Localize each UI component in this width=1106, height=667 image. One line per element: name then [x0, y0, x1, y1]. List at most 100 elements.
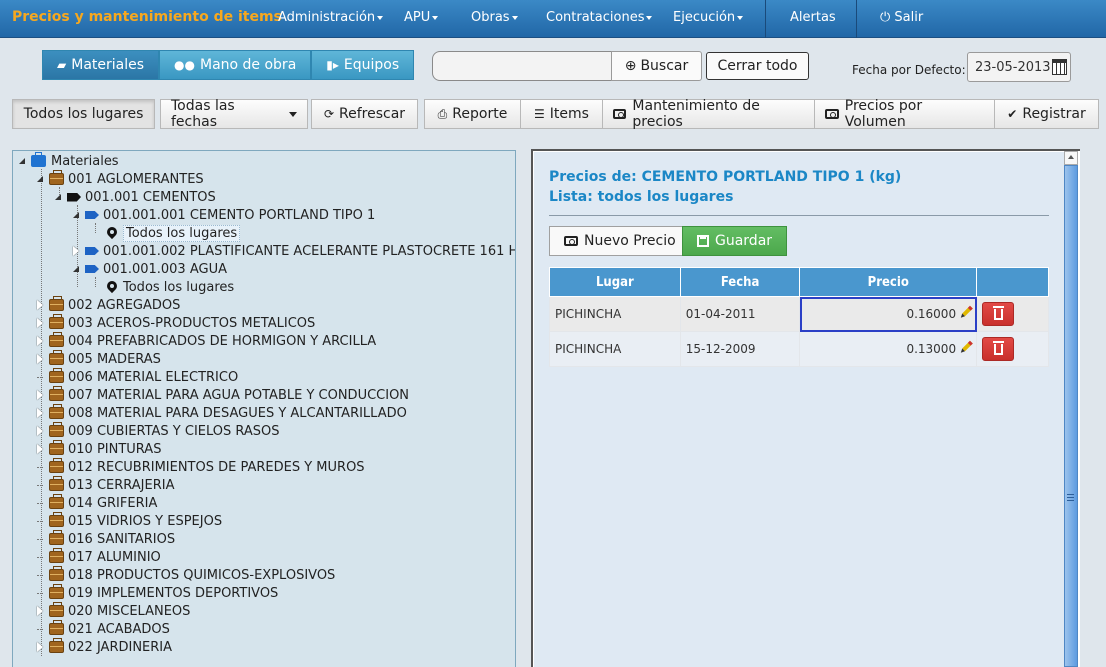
tree-group[interactable]: 002 AGREGADOS — [37, 296, 180, 314]
expand-icon[interactable] — [37, 642, 43, 652]
menu-administracion[interactable]: Administración — [278, 10, 384, 25]
pencil-icon[interactable] — [962, 340, 973, 352]
alerts-link[interactable]: Alertas — [790, 10, 836, 25]
collapse-icon[interactable] — [73, 212, 79, 218]
tree-place-node[interactable]: Todos los lugares — [107, 278, 234, 296]
tree-label: 001.001.001 CEMENTO PORTLAND TIPO 1 — [103, 207, 376, 223]
default-date-label: Fecha por Defecto: — [852, 63, 966, 77]
tree-group[interactable]: 019 IMPLEMENTOS DEPORTIVOS — [37, 584, 278, 602]
expand-icon[interactable] — [37, 444, 43, 454]
tree-group[interactable]: 012 RECUBRIMIENTOS DE PAREDES Y MUROS — [37, 458, 365, 476]
cell-actions — [976, 331, 1049, 367]
search-input[interactable] — [432, 51, 612, 81]
tree-group[interactable]: 006 MATERIAL ELECTRICO — [37, 368, 238, 386]
tree-group-001[interactable]: 001 AGLOMERANTES — [37, 170, 204, 188]
refresh-button[interactable]: ⟳ Refrescar — [311, 99, 418, 129]
tree-group[interactable]: 009 CUBIERTAS Y CIELOS RASOS — [37, 422, 280, 440]
tree-group[interactable]: 003 ACEROS-PRODUCTOS METALICOS — [37, 314, 315, 332]
collapse-icon[interactable] — [19, 158, 25, 164]
tree-group[interactable]: 004 PREFABRICADOS DE HORMIGON Y ARCILLA — [37, 332, 376, 350]
items-button[interactable]: ☰ Items — [520, 99, 603, 129]
tree-place-node[interactable]: Todos los lugares — [107, 224, 241, 242]
tree-group[interactable]: 018 PRODUCTOS QUIMICOS-EXPLOSIVOS — [37, 566, 335, 584]
tree-leaf-connector — [37, 538, 43, 540]
refresh-icon: ⟳ — [323, 107, 335, 121]
save-button[interactable]: Guardar — [682, 226, 788, 256]
expand-icon[interactable] — [37, 354, 43, 364]
tree-item-001-001-002[interactable]: 001.001.002 PLASTIFICANTE ACELERANTE PLA… — [73, 242, 515, 260]
menu-contrataciones[interactable]: Contrataciones — [546, 10, 653, 25]
collapse-icon[interactable] — [73, 266, 79, 272]
column-header-fecha[interactable]: Fecha — [679, 267, 801, 297]
tree-item-001-001-003[interactable]: 001.001.003 AGUA — [73, 260, 227, 278]
top-navbar: Precios y mantenimiento de items Adminis… — [0, 0, 1106, 38]
tab-mano-de-obra[interactable]: ●● Mano de obra — [159, 50, 312, 80]
tree-group[interactable]: 008 MATERIAL PARA DESAGUES Y ALCANTARILL… — [37, 404, 407, 422]
tree-group[interactable]: 005 MADERAS — [37, 350, 161, 368]
cell-date: 15-12-2009 — [679, 331, 801, 367]
tree-group[interactable]: 007 MATERIAL PARA AGUA POTABLE Y CONDUCC… — [37, 386, 409, 404]
table-row[interactable]: PICHINCHA 15-12-2009 0.13000 — [549, 331, 1049, 367]
tree-label: 012 RECUBRIMIENTOS DE PAREDES Y MUROS — [68, 459, 365, 475]
new-price-button[interactable]: Nuevo Precio — [549, 226, 691, 256]
detail-content: Precios de: CEMENTO PORTLAND TIPO 1 (kg)… — [534, 152, 1064, 667]
collapse-icon[interactable] — [37, 176, 43, 182]
table-row[interactable]: PICHINCHA 01-04-2011 0.16000 — [549, 296, 1049, 332]
tree-label: 010 PINTURAS — [68, 441, 162, 457]
tree-root[interactable]: Materiales — [19, 152, 119, 170]
tree-group[interactable]: 014 GRIFERIA — [37, 494, 157, 512]
expand-icon[interactable] — [37, 300, 43, 310]
close-all-button[interactable]: Cerrar todo — [706, 52, 809, 80]
collapse-icon[interactable] — [55, 194, 61, 200]
logout-link[interactable]: ⏻ Salir — [880, 10, 923, 25]
tree-group[interactable]: 016 SANITARIOS — [37, 530, 175, 548]
report-button[interactable]: ⎙ Reporte — [424, 99, 521, 129]
cell-price[interactable]: 0.16000 — [799, 296, 978, 332]
column-header-lugar[interactable]: Lugar — [549, 267, 681, 297]
volume-prices-button[interactable]: Precios por Volumen — [814, 98, 995, 130]
tree-group[interactable]: 017 ALUMINIO — [37, 548, 161, 566]
tag-icon — [85, 211, 99, 219]
search-button[interactable]: ⊕ Buscar — [611, 51, 702, 81]
price-maintenance-button[interactable]: Mantenimiento de precios — [602, 98, 815, 130]
delete-button[interactable] — [982, 302, 1015, 326]
menu-obras[interactable]: Obras — [471, 10, 518, 25]
print-icon: ⎙ — [437, 106, 448, 121]
menu-ejecucion[interactable]: Ejecución — [673, 10, 744, 25]
all-places-button[interactable]: Todos los lugares — [12, 99, 155, 129]
tree-subgroup-001-001[interactable]: 001.001 CEMENTOS — [55, 188, 216, 206]
all-dates-dropdown[interactable]: Todas las fechas — [160, 98, 308, 130]
tree-item-001-001-001[interactable]: 001.001.001 CEMENTO PORTLAND TIPO 1 — [73, 206, 375, 224]
money-icon — [613, 109, 627, 119]
tab-equipos[interactable]: ▮▸ Equipos — [311, 50, 415, 80]
expand-icon[interactable] — [37, 408, 43, 418]
scroll-up-arrow-icon[interactable] — [1064, 151, 1078, 165]
delete-button[interactable] — [982, 337, 1015, 361]
tree-group[interactable]: 022 JARDINERIA — [37, 638, 172, 656]
nav-divider — [765, 0, 766, 38]
tree-group[interactable]: 010 PINTURAS — [37, 440, 161, 458]
pencil-icon[interactable] — [962, 305, 973, 317]
tree-group[interactable]: 021 ACABADOS — [37, 620, 170, 638]
tree-group[interactable]: 020 MISCELANEOS — [37, 602, 190, 620]
tree-group[interactable]: 013 CERRAJERIA — [37, 476, 174, 494]
scrollbar-thumb[interactable] — [1064, 165, 1078, 667]
expand-icon[interactable] — [37, 318, 43, 328]
tree-group[interactable]: 015 VIDRIOS Y ESPEJOS — [37, 512, 222, 530]
calendar-icon[interactable] — [1052, 59, 1067, 75]
register-button[interactable]: ✔ Registrar — [994, 99, 1099, 129]
menu-apu[interactable]: APU — [404, 10, 439, 25]
column-header-precio[interactable]: Precio — [799, 267, 978, 297]
tab-materiales[interactable]: ▰ Materiales — [42, 50, 160, 80]
expand-icon[interactable] — [37, 390, 43, 400]
cell-price[interactable]: 0.13000 — [799, 331, 978, 367]
expand-icon[interactable] — [37, 606, 43, 616]
tree-leaf-connector — [37, 628, 43, 630]
briefcase-icon — [49, 386, 64, 401]
tree-label: 004 PREFABRICADOS DE HORMIGON Y ARCILLA — [68, 333, 377, 349]
expand-icon[interactable] — [73, 246, 79, 256]
tree-label: 014 GRIFERIA — [68, 495, 158, 511]
expand-icon[interactable] — [37, 336, 43, 346]
default-date-field[interactable]: 23-05-2013 — [967, 52, 1071, 82]
expand-icon[interactable] — [37, 426, 43, 436]
